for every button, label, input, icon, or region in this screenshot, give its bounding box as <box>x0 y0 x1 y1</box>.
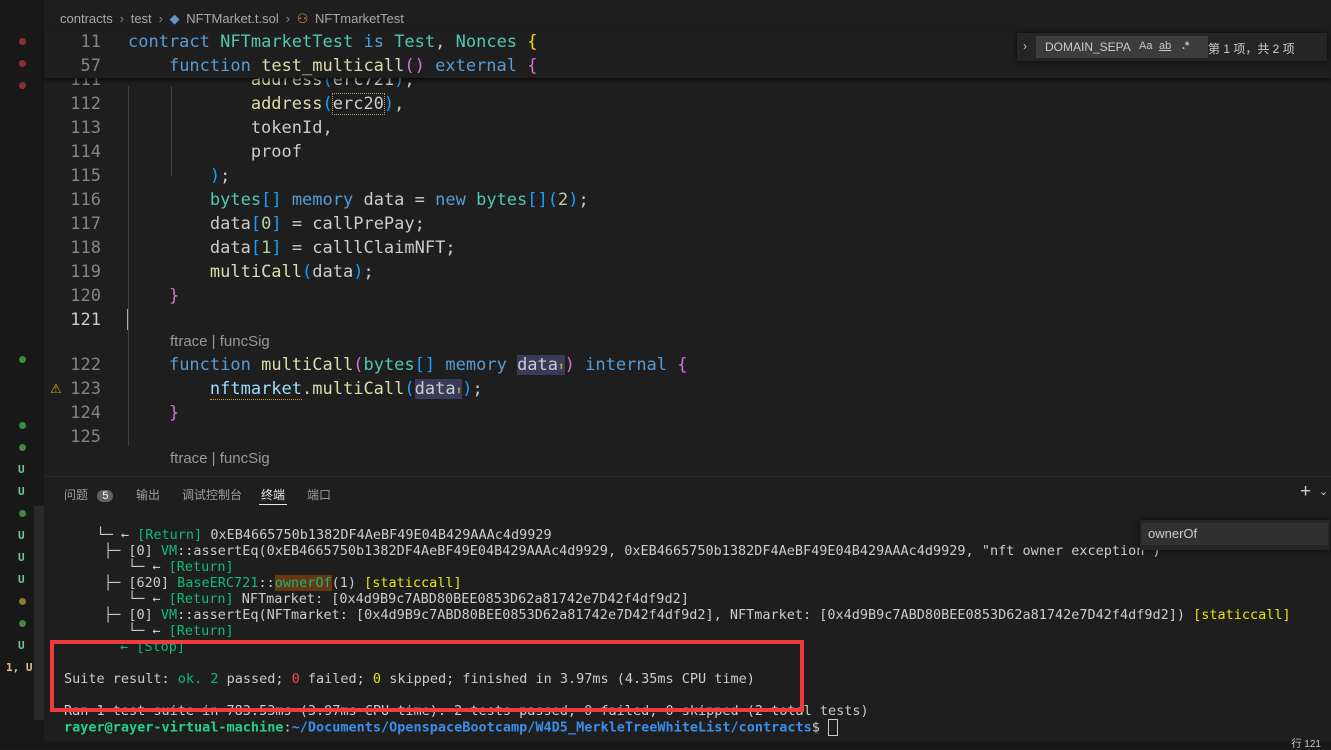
terminal-find-input[interactable]: ownerOf <box>1142 523 1328 545</box>
code-line: proof <box>128 142 302 162</box>
status-dot <box>19 598 26 605</box>
indent-guide <box>128 86 129 446</box>
line-number: 116 <box>70 190 101 210</box>
highlight-box <box>50 640 804 712</box>
line-number: 120 <box>70 286 101 306</box>
match-case-icon[interactable]: Aa <box>1139 40 1152 52</box>
regex-icon[interactable]: .* <box>1182 40 1189 52</box>
match-word-icon[interactable]: ab <box>1159 40 1171 52</box>
code-line: multiCall(data); <box>209 262 374 282</box>
untracked-mark: U <box>18 485 25 498</box>
status-dot <box>19 444 26 451</box>
line-number: 124 <box>70 403 101 423</box>
indent-guide <box>171 86 172 176</box>
code-line: } <box>168 286 180 306</box>
status-dot <box>19 510 26 517</box>
solidity-file-icon: ◆ <box>169 11 180 26</box>
tab-terminal[interactable]: 终端 <box>261 486 285 503</box>
terminal-line: └─ ← [Return] 0xEB4665750b1382DF4AeBF49E… <box>64 527 552 543</box>
untracked-mark: U <box>18 639 25 652</box>
breakpoint-dot[interactable] <box>19 82 26 89</box>
breadcrumb-item[interactable]: contracts <box>60 11 113 26</box>
untracked-mark: 1, U <box>6 661 33 674</box>
line-number: 125 <box>70 427 101 447</box>
line-number: 113 <box>70 118 101 138</box>
code-line: ); <box>209 166 231 186</box>
breadcrumb-item[interactable]: NFTMarket.t.sol <box>186 11 278 26</box>
terminal-cursor <box>828 719 839 736</box>
terminal-line: ├─ [0] VM::assertEq(0xEB4665750b1382DF4A… <box>104 543 1161 559</box>
line-number: 115 <box>70 166 101 186</box>
chevron-right-icon: › <box>285 11 291 26</box>
line-number: 112 <box>70 94 101 114</box>
code-line: bytes[] memory data = new bytes[](2); <box>209 190 589 210</box>
chevron-right-icon: › <box>158 11 164 26</box>
tab-problems[interactable]: 问题 5 <box>64 486 114 503</box>
find-result-count: 第 1 项，共 2 项 <box>1208 42 1295 56</box>
line-number: 123 <box>70 379 101 399</box>
code-line: address(erc20), <box>250 93 405 115</box>
terminal-line: ├─ [0] VM::assertEq(NFTmarket: [0x4d9B9c… <box>104 607 1291 623</box>
tab-ports[interactable]: 端口 <box>307 486 331 503</box>
breadcrumb: contracts › test › ◆ NFTMarket.t.sol › ⚇ NF… <box>60 11 407 27</box>
code-line: } <box>168 403 180 423</box>
codelens[interactable]: ftrace | funcSig <box>170 333 270 350</box>
symbol-class-icon: ⚇ <box>296 11 309 26</box>
line-number: 57 <box>80 56 101 76</box>
new-terminal-icon[interactable]: + <box>1300 481 1311 503</box>
code-line: contract NFTmarketTest is Test, Nonces { <box>128 32 538 52</box>
breakpoint-dot[interactable] <box>19 38 26 45</box>
terminal-line: └─ ← [Return] <box>128 559 234 575</box>
untracked-mark: U <box>18 551 25 564</box>
find-widget: › DOMAIN_SEPA Aa ab .* 第 1 项，共 2 项 <box>1017 33 1327 61</box>
terminal-line: └─ ← [Return] <box>128 623 234 639</box>
terminal-prompt[interactable]: rayer@rayer-virtual-machine:~/Documents/… <box>64 719 839 736</box>
code-line: nftmarket.multiCall(data⬆); <box>209 379 483 400</box>
code-line: data[1] = calllClaimNFT; <box>128 238 456 258</box>
code-line: data[0] = callPrePay; <box>128 214 425 234</box>
breakpoint-dot[interactable] <box>19 60 26 67</box>
status-dot <box>19 620 26 627</box>
toggle-replace-icon[interactable]: › <box>1023 39 1027 53</box>
chevron-right-icon: › <box>119 11 125 26</box>
line-number: 117 <box>70 214 101 234</box>
line-number: 11 <box>80 32 101 52</box>
line-number: 114 <box>70 142 101 162</box>
terminal-find-widget: ownerOf <box>1140 520 1330 550</box>
terminal-line: ├─ [620] BaseERC721::ownerOf(1) [staticc… <box>104 575 462 591</box>
status-dot <box>19 422 26 429</box>
terminal-line: └─ ← [Return] NFTmarket: [0x4d9B9c7ABD80… <box>128 591 689 607</box>
code-line: tokenId, <box>128 118 333 138</box>
breadcrumb-item[interactable]: NFTmarketTest <box>315 11 404 26</box>
untracked-mark: U <box>18 573 25 586</box>
line-number: 122 <box>70 355 101 375</box>
status-bar: 行 121 <box>0 740 1331 750</box>
tab-debug-console[interactable]: 调试控制台 <box>182 486 242 503</box>
codelens[interactable]: ftrace | funcSig <box>170 450 270 467</box>
code-line: function multiCall(bytes[] memory data⬆)… <box>168 355 688 375</box>
untracked-mark: U <box>18 529 25 542</box>
line-number: 119 <box>70 262 101 282</box>
line-number-active: 121 <box>70 310 101 330</box>
line-number: 118 <box>70 238 101 258</box>
untracked-mark: U <box>18 463 25 476</box>
breadcrumb-item[interactable]: test <box>131 11 152 26</box>
tab-output[interactable]: 输出 <box>136 486 160 503</box>
status-dot <box>19 356 26 363</box>
problems-count-badge: 5 <box>97 490 114 502</box>
terminal-scrollbar[interactable] <box>34 506 44 720</box>
code-line: function test_multicall() external { <box>168 56 538 76</box>
active-tab-underline <box>259 504 287 505</box>
chevron-down-icon[interactable]: ⌄ <box>1319 485 1328 498</box>
